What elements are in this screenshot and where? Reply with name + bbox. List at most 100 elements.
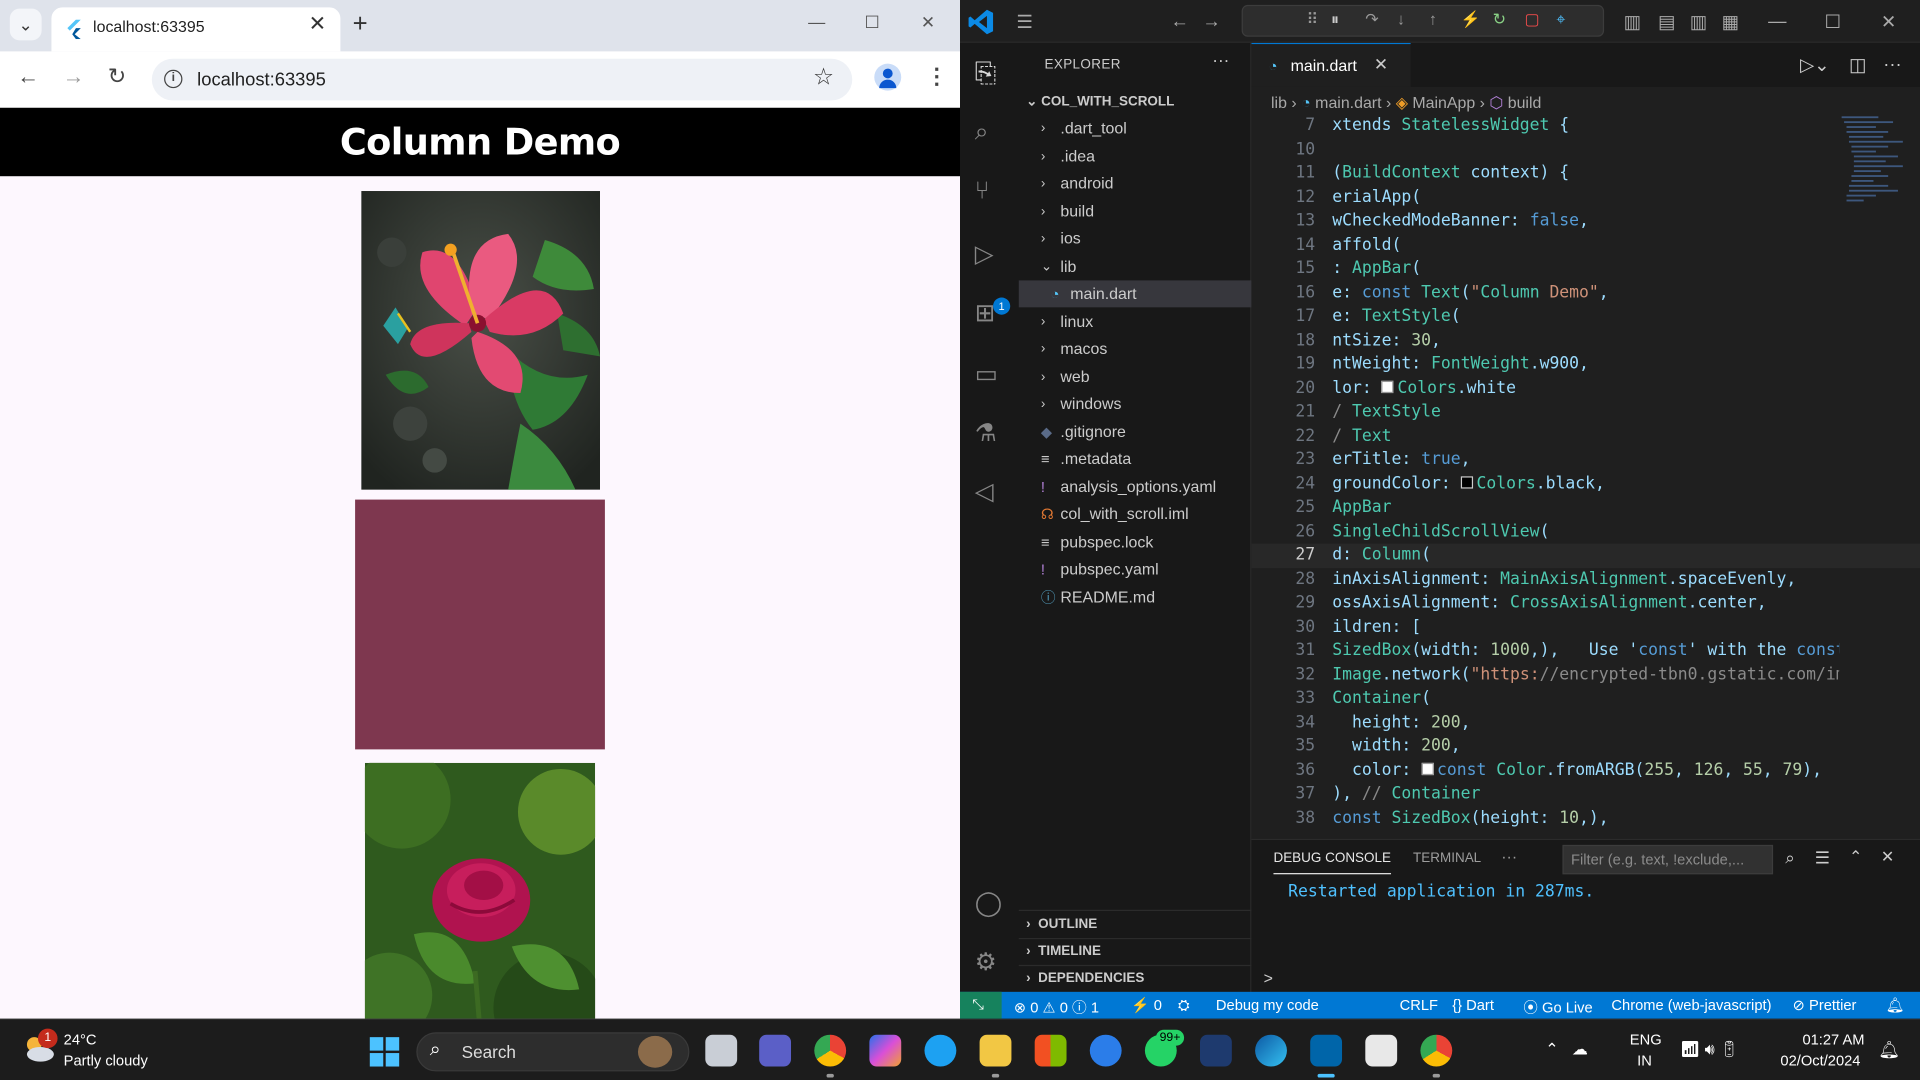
tree-item-readme-md[interactable]: ⓘ README.md bbox=[1019, 583, 1252, 610]
microsoft-store-icon[interactable] bbox=[1034, 1034, 1067, 1067]
editor-more-icon[interactable]: ··· bbox=[1883, 54, 1901, 75]
crumb-method[interactable]: build bbox=[1508, 93, 1542, 111]
remote-explorer-icon[interactable]: ▭ bbox=[975, 359, 998, 390]
reload-button[interactable]: ↻ bbox=[108, 64, 126, 90]
tree-item-android[interactable]: › android bbox=[1019, 170, 1252, 197]
go-live-status[interactable]: ⦿ Go Live bbox=[1523, 997, 1592, 1018]
customize-layout-icon[interactable]: ▦ bbox=[1722, 11, 1739, 33]
code-line[interactable]: 16 e: const Text("Column Demo", bbox=[1251, 281, 1920, 305]
vscode-taskbar-icon[interactable] bbox=[1310, 1034, 1343, 1067]
source-control-icon[interactable]: ⑂ bbox=[975, 178, 990, 206]
code-line[interactable]: 11 (BuildContext context) { bbox=[1251, 162, 1920, 186]
task-view-icon[interactable] bbox=[705, 1034, 738, 1067]
code-line[interactable]: 22 / Text bbox=[1251, 424, 1920, 448]
forward-button[interactable]: → bbox=[62, 64, 84, 90]
tab-search-icon[interactable]: ⌄ bbox=[9, 8, 42, 41]
clear-console-icon[interactable]: ☰ bbox=[1815, 847, 1830, 868]
hot-reload-icon[interactable]: ⚡ bbox=[1461, 10, 1481, 30]
maximize-panel-icon[interactable]: ⌃ bbox=[1849, 847, 1862, 867]
panel-more-icon[interactable]: ··· bbox=[1501, 847, 1517, 865]
language-indicator[interactable]: ENG bbox=[1630, 1031, 1662, 1048]
code-line[interactable]: 21 / TextStyle bbox=[1251, 400, 1920, 424]
problems-status[interactable]: ⊗ 0 ⚠ 0 ⓘ 1 bbox=[1014, 997, 1099, 1018]
helper-app-icon[interactable] bbox=[924, 1034, 957, 1067]
menu-icon[interactable]: ☰ bbox=[1016, 11, 1032, 33]
prettier-status[interactable]: ⊘ Prettier bbox=[1793, 997, 1857, 1014]
taskbar-search-box[interactable]: ⌕ Search bbox=[416, 1032, 690, 1072]
code-line[interactable]: 30 ildren: [ bbox=[1251, 615, 1920, 639]
code-line[interactable]: 37), // Container bbox=[1251, 782, 1920, 806]
language-region[interactable]: IN bbox=[1637, 1052, 1652, 1069]
tray-overflow-icon[interactable]: ⌃ ☁ bbox=[1545, 1040, 1588, 1060]
run-icon[interactable]: ▷⌄ bbox=[1800, 54, 1830, 76]
timeline-section[interactable]: › TIMELINE bbox=[1026, 944, 1101, 959]
tree-item-lib[interactable]: ⌄ lib bbox=[1019, 253, 1252, 280]
language-status[interactable]: {} Dart bbox=[1452, 997, 1494, 1014]
code-view[interactable]: 7 xtends StatelessWidget {10 11 (BuildConte… bbox=[1251, 114, 1920, 836]
debug-config-status[interactable]: Debug my code bbox=[1216, 997, 1319, 1014]
tab-terminal[interactable]: TERMINAL bbox=[1413, 851, 1481, 866]
close-tab-icon[interactable]: ✕ bbox=[1374, 54, 1388, 75]
code-line[interactable]: 24 groundColor: Colors.black, bbox=[1251, 472, 1920, 496]
site-info-icon[interactable]: i bbox=[164, 69, 183, 89]
crumb-class[interactable]: MainApp bbox=[1412, 93, 1475, 111]
search-icon[interactable]: ⌕ bbox=[975, 119, 989, 147]
code-line[interactable]: 35 width: 200, bbox=[1251, 735, 1920, 759]
code-line[interactable]: 10 bbox=[1251, 138, 1920, 162]
testing-icon[interactable]: ⚗ bbox=[975, 418, 997, 449]
crumb-file[interactable]: main.dart bbox=[1315, 93, 1381, 111]
code-line[interactable]: 17 e: TextStyle( bbox=[1251, 305, 1920, 329]
crumb-lib[interactable]: lib bbox=[1271, 93, 1287, 111]
snipping-tool-icon[interactable] bbox=[1365, 1034, 1398, 1067]
copilot-icon[interactable] bbox=[869, 1034, 902, 1067]
more-actions-icon[interactable]: ··· bbox=[1212, 50, 1229, 70]
restart-icon[interactable]: ↻ bbox=[1493, 10, 1506, 30]
toggle-panel-icon[interactable]: ▤ bbox=[1658, 11, 1675, 33]
tree-item-idea[interactable]: › .idea bbox=[1019, 143, 1252, 170]
widget-inspector-icon[interactable]: ⌖ bbox=[1556, 10, 1565, 30]
flutter-devtools-icon[interactable]: ◁ bbox=[975, 476, 994, 507]
code-line[interactable]: 27 d: Column( bbox=[1251, 543, 1920, 568]
clock-date[interactable]: 02/Oct/2024 bbox=[1780, 1052, 1860, 1069]
device-status[interactable]: Chrome (web-javascript) bbox=[1611, 997, 1771, 1014]
tree-item-ios[interactable]: › ios bbox=[1019, 225, 1252, 252]
code-line[interactable]: 19 ntWeight: FontWeight.w900, bbox=[1251, 353, 1920, 377]
ports-status[interactable]: ⚡ 0 bbox=[1131, 997, 1162, 1014]
code-line[interactable]: 23 erTitle: true, bbox=[1251, 448, 1920, 472]
code-line[interactable]: 31 SizedBox(width: 1000,), Use 'const' wi… bbox=[1251, 639, 1920, 663]
url-text[interactable]: localhost:63395 bbox=[197, 70, 326, 91]
code-line[interactable]: 32 Image.network("https://encrypted-tbn0.… bbox=[1251, 663, 1920, 687]
chrome-taskbar-icon[interactable] bbox=[814, 1034, 847, 1067]
extensions-icon[interactable]: ⊞ bbox=[975, 298, 996, 329]
tab-close-icon[interactable]: ✕ bbox=[309, 12, 326, 36]
root-folder[interactable]: ⌄ COL_WITH_SCROLL bbox=[1026, 93, 1174, 109]
vs-close-button[interactable]: ✕ bbox=[1881, 11, 1896, 33]
debug-launch-icon[interactable]: ⛭ bbox=[1178, 997, 1190, 1015]
explorer-icon[interactable]: ⎘ bbox=[975, 58, 997, 90]
code-line[interactable]: 28 inAxisAlignment: MainAxisAlignment.spa… bbox=[1251, 568, 1920, 592]
code-line[interactable]: 36 color: const Color.fromARGB(255, 126,… bbox=[1251, 759, 1920, 783]
toggle-sidebar-icon[interactable]: ▥ bbox=[1624, 11, 1641, 33]
nav-forward-icon[interactable]: → bbox=[1202, 11, 1220, 32]
code-line[interactable]: 38 const SizedBox(height: 10,), bbox=[1251, 806, 1920, 830]
step-out-icon[interactable]: ↑ bbox=[1429, 10, 1437, 28]
close-window-button[interactable]: ✕ bbox=[921, 12, 935, 33]
code-line[interactable]: 7 xtends StatelessWidget { bbox=[1251, 114, 1920, 138]
bookmark-star-icon[interactable]: ☆ bbox=[813, 64, 834, 92]
close-panel-icon[interactable]: ✕ bbox=[1881, 847, 1894, 867]
profile-avatar-icon[interactable] bbox=[874, 63, 902, 91]
app-store-icon[interactable] bbox=[1089, 1034, 1122, 1067]
drag-handle-icon[interactable]: ⠿ bbox=[1307, 10, 1319, 30]
tree-item-macos[interactable]: › macos bbox=[1019, 336, 1252, 363]
tree-item-linux[interactable]: › linux bbox=[1019, 308, 1252, 335]
wifi-volume-battery-icons[interactable]: 📶︎ 🔊︎ 🔋︎ bbox=[1680, 1040, 1739, 1060]
code-line[interactable]: 20 lor: Colors.white bbox=[1251, 377, 1920, 401]
maximize-button[interactable]: ☐ bbox=[864, 12, 879, 33]
breadcrumb[interactable]: lib › ◔ main.dart › ◈ MainApp › ⬡ build bbox=[1271, 93, 1541, 113]
minimize-button[interactable]: — bbox=[808, 12, 825, 32]
teams-icon[interactable] bbox=[759, 1034, 792, 1067]
vs-minimize-button[interactable]: — bbox=[1768, 11, 1786, 32]
accounts-icon[interactable]: ◯ bbox=[975, 888, 1002, 919]
code-line[interactable]: 25 AppBar bbox=[1251, 496, 1920, 520]
tab-debug-console[interactable]: DEBUG CONSOLE bbox=[1273, 851, 1391, 875]
